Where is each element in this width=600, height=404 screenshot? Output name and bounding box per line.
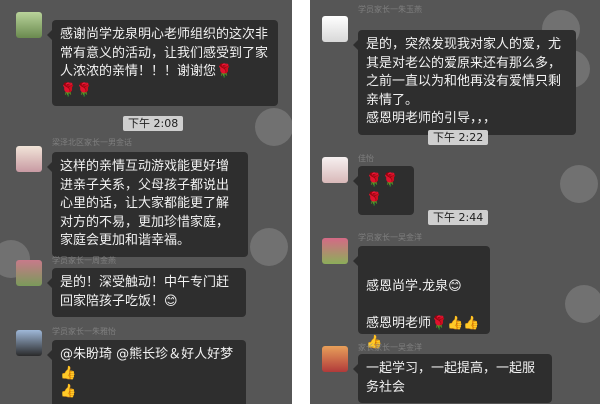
message-bubble[interactable]: 🌹🌹🌹 xyxy=(353,166,414,215)
avatar[interactable] xyxy=(322,157,348,183)
sender-name: 佳怡 xyxy=(358,154,374,163)
message-text: @朱盼琦 @熊长珍＆好人好梦 👍 xyxy=(60,347,234,381)
avatar[interactable] xyxy=(16,330,42,356)
message-bubble[interactable]: @朱盼琦 @熊长珍＆好人好梦 👍 👍 xyxy=(47,340,246,404)
chat-panel-left[interactable]: 感谢尚学龙泉明心老师组织的这次非常有意义的活动，让我们感受到了家人浓浓的亲情！！… xyxy=(0,0,292,404)
sender-name: 梁泽北区家长一男金话 xyxy=(52,138,132,147)
sender-name: 学员家长一周金燕 xyxy=(52,256,116,265)
sender-name: 学员家长一吴金洋 xyxy=(358,233,422,242)
avatar[interactable] xyxy=(16,12,42,38)
sender-name: 学员家长一朱雅怡 xyxy=(52,327,116,336)
flower-decoration xyxy=(565,285,600,323)
avatar[interactable] xyxy=(322,16,348,42)
message-bubble[interactable]: 一起学习，一起提高，一起服务社会 xyxy=(353,354,552,403)
timestamp: 下午 2:08 xyxy=(123,116,184,131)
avatar[interactable] xyxy=(322,346,348,372)
sender-name: 家长家长一吴金洋 xyxy=(358,343,422,352)
message-text: 感恩明老师的引导，，， xyxy=(366,111,497,126)
rose-emoji: 🌹🌹 xyxy=(60,82,93,98)
message-bubble[interactable]: 是的！深受触动！中午专门赶回家陪孩子吃饭！😊 xyxy=(47,268,246,317)
avatar[interactable] xyxy=(322,238,348,264)
message-text: 是的，突然发现我对家人的爱，尤其是对老公的爱原来还有那么多，之前一直以为和他再没… xyxy=(366,37,562,108)
message-bubble[interactable]: 是的，突然发现我对家人的爱，尤其是对老公的爱原来还有那么多，之前一直以为和他再没… xyxy=(353,30,576,135)
avatar[interactable] xyxy=(16,260,42,286)
message-text: 是的！深受触动！中午专门赶回家陪孩子吃饭！😊 xyxy=(60,275,230,309)
sender-name: 学员家长一朱玉燕 xyxy=(358,5,422,14)
chat-panel-right[interactable]: 学员家长一朱玉燕 是的，突然发现我对家人的爱，尤其是对老公的爱原来还有那么多，之… xyxy=(310,0,600,404)
message-bubble[interactable]: 这样的亲情互动游戏能更好增进亲子关系，父母孩子都说出心里的话，让大家都能更了解对… xyxy=(47,152,248,257)
timestamp: 下午 2:44 xyxy=(428,210,489,225)
thumbs-up-emoji: 👍 xyxy=(60,384,77,399)
message-bubble[interactable]: 感谢尚学龙泉明心老师组织的这次非常有意义的活动，让我们感受到了家人浓浓的亲情！！… xyxy=(47,20,278,106)
rose-emoji: 🌹🌹🌹 xyxy=(366,173,399,207)
message-text: 这样的亲情互动游戏能更好增进亲子关系，父母孩子都说出心里的话，让大家都能更了解对… xyxy=(60,159,230,248)
flower-decoration xyxy=(560,165,598,203)
flower-decoration xyxy=(255,108,292,146)
message-bubble[interactable]: 感恩尚学.龙泉😊 感恩明老师🌹👍👍👍 xyxy=(353,246,490,350)
message-text: 一起学习，一起提高，一起服务社会 xyxy=(366,361,536,395)
message-text: 感谢尚学龙泉明心老师组织的这次非常有意义的活动，让我们感受到了家人浓浓的亲情！！… xyxy=(60,27,269,79)
avatar[interactable] xyxy=(16,146,42,172)
timestamp: 下午 2:22 xyxy=(428,130,489,145)
message-text: 感恩尚学.龙泉😊 xyxy=(366,279,462,294)
flower-decoration xyxy=(250,228,288,266)
